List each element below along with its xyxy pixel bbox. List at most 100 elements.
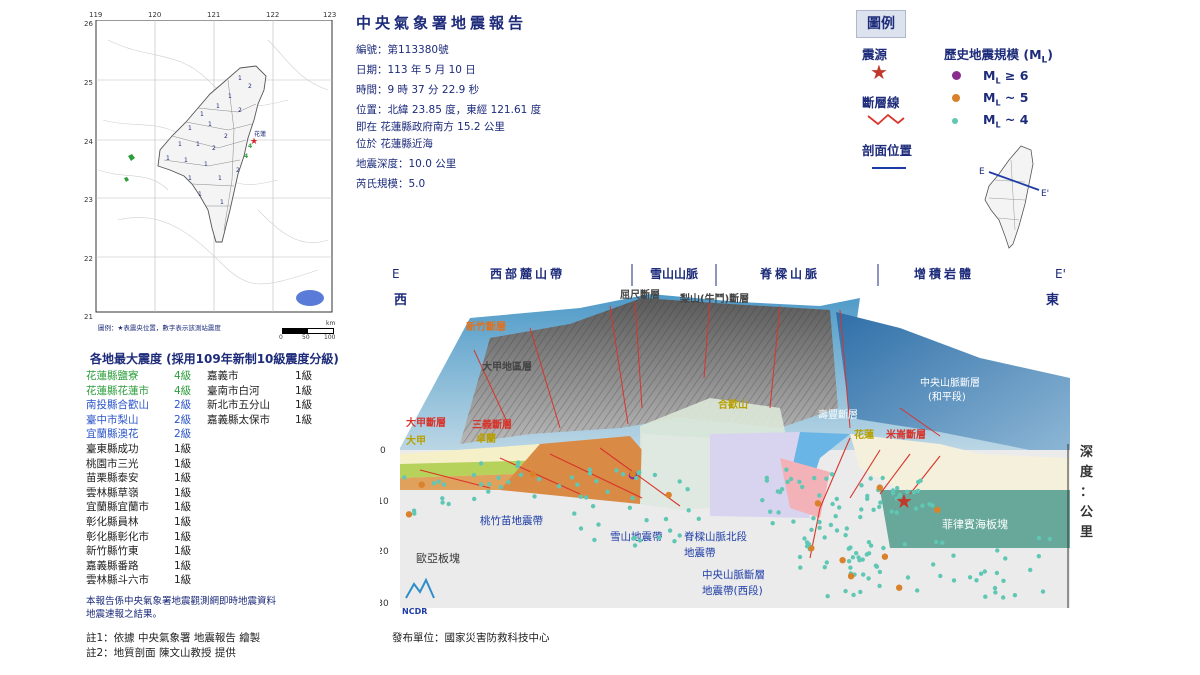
- quake-dot: [487, 482, 492, 487]
- label-hsinchu-fault: 新竹斷層: [466, 320, 506, 333]
- lon-tick-121: 121: [207, 11, 221, 19]
- quake-dot: [418, 481, 425, 488]
- quake-dot: [940, 540, 945, 545]
- intensity-row: 苗栗縣泰安 1級: [86, 470, 206, 485]
- quake-dot: [854, 551, 859, 556]
- epicenter-star-icon: ★: [250, 137, 258, 147]
- quake-dot: [817, 493, 822, 498]
- intensity-row: 新竹縣竹東 1級: [86, 543, 206, 558]
- intensity-level: 1級: [174, 574, 192, 587]
- svg-text:4: 4: [244, 153, 248, 160]
- intensity-level: 1級: [174, 457, 192, 470]
- svg-text:1: 1: [220, 199, 224, 206]
- quake-dot: [934, 506, 941, 514]
- quake-dot: [587, 467, 592, 472]
- quake-dot: [851, 592, 856, 598]
- quake-dot: [620, 472, 626, 477]
- quake-dot: [983, 594, 988, 599]
- intensity-place: 新北市五分山: [207, 399, 270, 412]
- quake-dot: [824, 560, 829, 565]
- quake-dot: [685, 487, 690, 492]
- intensity-row: 南投縣合歡山 2級: [86, 397, 206, 412]
- intensity-place: 臺東縣成功: [86, 442, 139, 455]
- intensity-row: 彰化縣員林 1級: [86, 514, 206, 529]
- svg-text:2: 2: [248, 83, 252, 90]
- quake-dot: [806, 542, 812, 547]
- quake-dot: [440, 500, 445, 505]
- quake-dot: [864, 552, 869, 557]
- quake-dot: [905, 575, 911, 580]
- depth-title-1: 深: [1080, 444, 1093, 460]
- label-dajia: 大甲: [406, 434, 426, 447]
- label-hehuan: 合歡山: [717, 398, 748, 411]
- intensity-row: 臺東縣成功 1級: [86, 441, 206, 456]
- report-date-row: 日期：113 年 5 月 10 日: [356, 64, 476, 76]
- quake-dot: [847, 573, 855, 580]
- intensity-row: 花蓮縣花蓮市 4級: [86, 383, 206, 398]
- quake-dot: [951, 553, 956, 558]
- intensity-row: 嘉義市 1級: [207, 368, 337, 383]
- intensity-place: 南投縣合歡山: [86, 399, 149, 412]
- quake-dot: [677, 533, 682, 538]
- quake-dot: [776, 510, 781, 515]
- quake-dot: [667, 528, 673, 533]
- epicenter-star-icon: ★: [895, 489, 913, 513]
- quake-dot: [1001, 595, 1006, 600]
- quake-dot: [785, 479, 790, 485]
- depth-tick-30: -30: [380, 599, 389, 609]
- svg-text:1: 1: [184, 157, 188, 164]
- quake-dot: [802, 536, 807, 541]
- intensity-row: 桃園市三光 1級: [86, 456, 206, 471]
- quake-dot: [518, 472, 524, 477]
- intensity-remark-1: 本報告係中央氣象署地震觀測網即時地震資料: [86, 596, 277, 607]
- quake-dot: [878, 500, 883, 505]
- quake-dot: [441, 482, 447, 487]
- quake-dot: [800, 484, 805, 490]
- label-spine-north: 脊樑山脈北段: [684, 530, 747, 543]
- intensity-title: 各地最大震度 (採用109年新制10級震度分級): [90, 352, 339, 366]
- legend-profile-label: 剖面位置: [862, 143, 913, 158]
- intensity-row: 嘉義縣太保市 1級: [207, 412, 337, 427]
- quake-dot: [995, 548, 1000, 553]
- quake-dot: [578, 494, 583, 499]
- quake-dot: [797, 554, 803, 560]
- quake-dot: [478, 482, 484, 487]
- label-hualien: 花蓮: [854, 428, 874, 441]
- quake-dot: [866, 540, 872, 545]
- svg-text:2: 2: [212, 145, 216, 152]
- legend-mag4: ML ~ 4: [952, 112, 1028, 130]
- intensity-place: 彰化縣員林: [86, 515, 139, 528]
- svg-text:1: 1: [178, 141, 182, 148]
- section-e-left: E: [392, 267, 400, 281]
- quake-dot: [496, 475, 501, 480]
- map-caption: 圖例：★表震央位置，數字表示該測站震度: [98, 324, 221, 332]
- fault-line-icon: [867, 113, 905, 126]
- quake-dot: [902, 542, 907, 547]
- intensity-place: 彰化縣彰化市: [86, 530, 149, 543]
- svg-text:1: 1: [188, 175, 192, 182]
- intensity-row: 宜蘭縣宜蘭市 1級: [86, 499, 206, 514]
- quake-dot: [876, 484, 883, 491]
- depth-tick-0: 0: [380, 446, 386, 456]
- quake-dot: [446, 501, 451, 507]
- quake-dot: [696, 516, 701, 521]
- legend-fault-label: 斷層線: [862, 95, 900, 110]
- intensity-level: 1級: [295, 384, 313, 397]
- label-taomiao-zone: 桃竹苗地震帶: [480, 514, 543, 527]
- publisher: 發布單位：國家災害防救科技中心: [392, 632, 550, 644]
- section-east: 東: [1046, 292, 1059, 308]
- quake-dot: [889, 509, 894, 514]
- label-central-fault-zone-2: 地震帶(西段): [702, 584, 763, 597]
- quake-dot: [590, 504, 596, 509]
- quake-dot: [877, 583, 882, 589]
- quake-dot: [871, 507, 876, 512]
- quake-dot: [587, 471, 593, 476]
- quake-dot: [927, 502, 932, 507]
- label-eurasian-plate: 歐亞板塊: [416, 551, 460, 565]
- quake-dot: [858, 589, 863, 595]
- intensity-level: 1級: [174, 530, 192, 543]
- intensity-level: 1級: [174, 515, 192, 528]
- intensity-row: 雲林縣草嶺 1級: [86, 485, 206, 500]
- intensity-level: 1級: [174, 472, 192, 485]
- mag6-dot-icon: [952, 71, 961, 80]
